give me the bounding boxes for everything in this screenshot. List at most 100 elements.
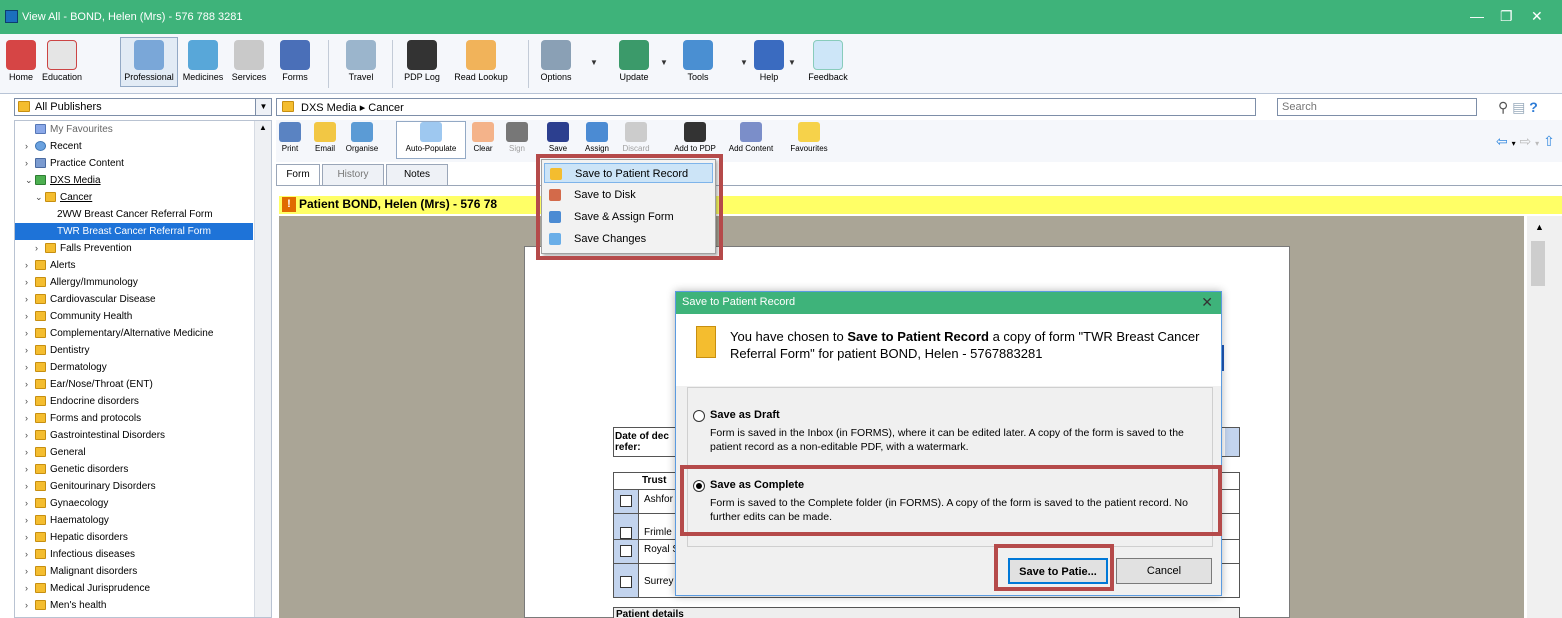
search-input[interactable] <box>1278 99 1476 115</box>
scroll-thumb[interactable] <box>1531 241 1545 286</box>
trust-checkbox[interactable] <box>620 527 632 539</box>
favourites-button[interactable]: Favourites <box>784 122 834 153</box>
link-icon[interactable]: ⚲ <box>1498 99 1508 115</box>
discard-button[interactable]: Discard <box>618 122 654 153</box>
menu-item-save-to-disk[interactable]: Save to Disk <box>544 185 713 205</box>
tree-item[interactable]: › Hepatic disorders <box>25 529 128 546</box>
up-arrow-icon[interactable]: ⇧ <box>1543 133 1555 149</box>
tools-button[interactable]: Tools <box>676 40 720 82</box>
minimize-icon[interactable]: — <box>1470 8 1484 24</box>
tree-item[interactable]: › Medical Jurisprudence <box>25 580 150 597</box>
tree-item[interactable]: › Cardiovascular Disease <box>25 291 156 308</box>
scroll-up-icon[interactable]: ▲ <box>1535 222 1544 232</box>
tab-notes[interactable]: Notes <box>386 164 448 186</box>
recent-icon <box>35 141 46 152</box>
forward-arrow-icon[interactable]: ⇨ <box>1520 133 1532 149</box>
close-icon[interactable]: ✕ <box>1201 294 1213 311</box>
clear-button[interactable]: Clear <box>471 122 495 153</box>
help-dropdown-icon[interactable]: ▼ <box>788 58 796 67</box>
tools-dropdown-icon[interactable]: ▼ <box>740 58 748 67</box>
tree-item[interactable]: › Community Health <box>25 308 132 325</box>
search-box[interactable] <box>1277 98 1477 116</box>
assign-button[interactable]: Assign <box>582 122 612 153</box>
tree-item[interactable]: › Endocrine disorders <box>25 393 139 410</box>
date-dropdown-icon[interactable] <box>1225 428 1239 456</box>
email-button[interactable]: Email <box>312 122 338 153</box>
trust-checkbox[interactable] <box>620 576 632 588</box>
tree-item[interactable]: › Complementary/Alternative Medicine <box>25 325 213 342</box>
help-icon[interactable]: ? <box>1529 99 1538 115</box>
medicines-button[interactable]: Medicines <box>180 40 226 82</box>
menu-item-save-changes[interactable]: Save Changes <box>544 229 713 249</box>
back-arrow-icon[interactable]: ⇦ <box>1496 133 1508 149</box>
tree-item[interactable]: › Genetic disorders <box>25 461 128 478</box>
tree-item-recent[interactable]: › Recent <box>25 138 82 155</box>
page-icon[interactable]: ▤ <box>1512 99 1525 115</box>
save-to-patient-button[interactable]: Save to Patie... <box>1008 558 1108 584</box>
tree-item[interactable]: › Forms and protocols <box>25 410 141 427</box>
forward-dropdown-icon[interactable]: ▾ <box>1535 139 1539 148</box>
complete-radio[interactable] <box>693 480 705 492</box>
tree-item-falls[interactable]: › Falls Prevention <box>35 240 132 257</box>
cancel-button[interactable]: Cancel <box>1116 558 1212 584</box>
auto-populate-button[interactable]: Auto-Populate <box>396 121 466 159</box>
sidebar-scrollbar[interactable]: ▲ <box>254 121 271 617</box>
breadcrumb-leaf[interactable]: Cancer <box>368 102 403 114</box>
options-button[interactable]: Options <box>536 40 576 82</box>
options-dropdown-icon[interactable]: ▼ <box>590 58 598 67</box>
tree-item-favourites[interactable]: My Favourites <box>25 121 113 138</box>
tab-form[interactable]: Form <box>276 164 320 186</box>
feedback-button[interactable]: Feedback <box>806 40 850 82</box>
tree-item-form-selected[interactable]: TWR Breast Cancer Referral Form <box>15 223 253 240</box>
sign-button[interactable]: Sign <box>502 122 532 153</box>
pdp-log-button[interactable]: PDP Log <box>398 40 446 82</box>
folder-icon <box>35 498 46 509</box>
tree-item[interactable]: › Allergy/Immunology <box>25 274 138 291</box>
services-button[interactable]: Services <box>226 40 272 82</box>
print-button[interactable]: Print <box>278 122 302 153</box>
restore-icon[interactable]: ❐ <box>1500 8 1513 25</box>
tree-item-cancer[interactable]: ⌄ Cancer <box>35 189 92 206</box>
tree-item[interactable]: › Alerts <box>25 257 76 274</box>
breadcrumb-root[interactable]: DXS Media <box>301 102 357 114</box>
tree-item[interactable]: › Dentistry <box>25 342 89 359</box>
draft-radio[interactable] <box>693 410 705 422</box>
tree-item[interactable]: › Malignant disorders <box>25 563 137 580</box>
tree-item-form[interactable]: 2WW Breast Cancer Referral Form <box>57 206 213 223</box>
add-to-pdp-button[interactable]: Add to PDP <box>668 122 722 153</box>
read-lookup-button[interactable]: Read Lookup <box>452 40 510 82</box>
tree-item[interactable]: › General <box>25 444 86 461</box>
tree-item[interactable]: › Genitourinary Disorders <box>25 478 156 495</box>
add-content-button[interactable]: Add Content <box>724 122 778 153</box>
update-dropdown-icon[interactable]: ▼ <box>660 58 668 67</box>
tab-history[interactable]: History <box>322 164 384 186</box>
tree-item[interactable]: › Haematology <box>25 512 109 529</box>
menu-item-save-to-patient-record[interactable]: Save to Patient Record <box>544 163 713 183</box>
trust-checkbox[interactable] <box>620 545 632 557</box>
update-button[interactable]: Update <box>612 40 656 82</box>
home-button[interactable]: Home <box>4 40 38 82</box>
help-button[interactable]: Help <box>752 40 786 82</box>
tree-item[interactable]: › Infectious diseases <box>25 546 135 563</box>
form-scrollbar[interactable]: ▲ <box>1527 216 1562 618</box>
education-button[interactable]: Education <box>42 40 82 82</box>
professional-button[interactable]: Professional <box>120 37 178 87</box>
forms-button[interactable]: Forms <box>274 40 316 82</box>
organise-button[interactable]: Organise <box>344 122 380 153</box>
publisher-select[interactable]: All Publishers ▼ <box>14 98 272 116</box>
tree-item[interactable]: › Men's health <box>25 597 106 614</box>
close-icon[interactable]: ✕ <box>1531 8 1543 25</box>
tree-item[interactable]: › Dermatology <box>25 359 107 376</box>
travel-button[interactable]: Travel <box>336 40 386 82</box>
chevron-down-icon[interactable]: ▼ <box>255 99 271 115</box>
save-button[interactable]: Save <box>540 122 576 153</box>
scroll-up-icon[interactable]: ▲ <box>259 123 267 132</box>
back-dropdown-icon[interactable]: ▾ <box>1512 139 1516 148</box>
tree-item-dxs-media[interactable]: ⌄ DXS Media <box>25 172 101 189</box>
trust-checkbox[interactable] <box>620 495 632 507</box>
tree-item[interactable]: › Ear/Nose/Throat (ENT) <box>25 376 153 393</box>
menu-item-save-assign[interactable]: Save & Assign Form <box>544 207 713 227</box>
tree-item[interactable]: › Gastrointestinal Disorders <box>25 427 165 444</box>
tree-item[interactable]: › Gynaecology <box>25 495 108 512</box>
tree-item-practice[interactable]: › Practice Content <box>25 155 124 172</box>
